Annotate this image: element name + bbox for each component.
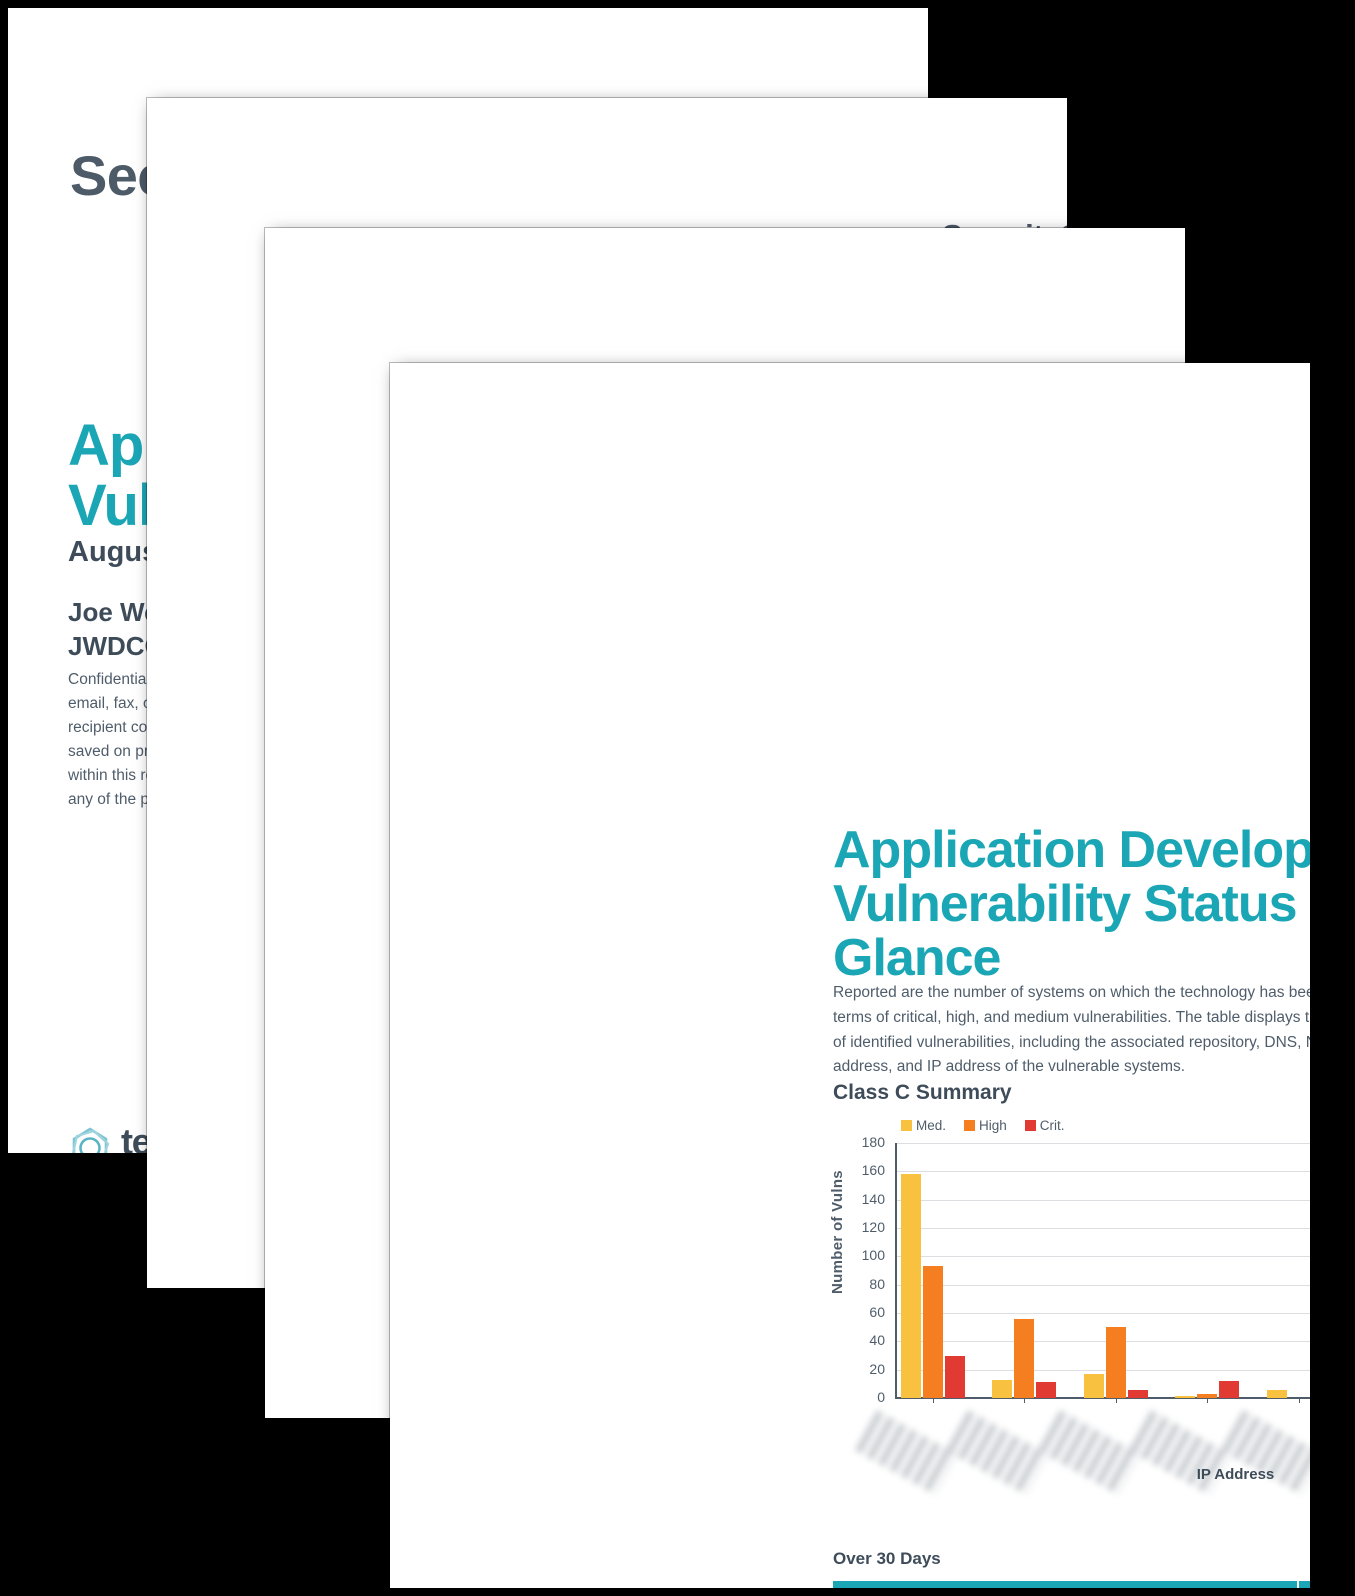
chart-ytick: 60 bbox=[869, 1304, 885, 1320]
chart-y-axis bbox=[895, 1143, 897, 1398]
chart-bar-med bbox=[1266, 1389, 1287, 1398]
legend-swatch-crit bbox=[1024, 1120, 1036, 1131]
chart-bar-med bbox=[1083, 1373, 1104, 1398]
chart-ytick: 180 bbox=[861, 1134, 885, 1150]
chart-bar-group bbox=[1083, 1143, 1148, 1398]
chart-bar-group bbox=[1175, 1143, 1240, 1398]
chart-ytick: 140 bbox=[861, 1190, 885, 1207]
table-head: Plugin Name Severity Total bbox=[833, 1581, 1310, 1588]
legend-swatch-high bbox=[964, 1120, 976, 1131]
chart-bar-high bbox=[923, 1266, 943, 1398]
chart-xtick-mark bbox=[1298, 1398, 1300, 1403]
column-header-plugin-name[interactable]: Plugin Name bbox=[833, 1581, 1299, 1588]
column-header-severity[interactable]: Severity bbox=[1297, 1581, 1310, 1588]
chart-xtick-mark bbox=[933, 1398, 934, 1403]
chart-ytick: 80 bbox=[869, 1275, 885, 1292]
legend-label-crit: Crit. bbox=[1039, 1118, 1065, 1133]
glance-intro-paragraph: Reported are the number of systems on wh… bbox=[833, 984, 1310, 1076]
legend-swatch-med bbox=[901, 1120, 912, 1131]
chart-bar-med bbox=[901, 1174, 921, 1398]
chart-ytick: 40 bbox=[869, 1332, 885, 1349]
class-c-summary-heading: Class C Summary bbox=[833, 1081, 1012, 1104]
class-c-summary-chart: Med. High Crit. Number of Vulns 180 160 140 1… bbox=[829, 1118, 1311, 1495]
glance-title-line2: Vulnerability Status at a Glance bbox=[833, 875, 1310, 988]
chart-xtick-mark bbox=[1207, 1398, 1209, 1403]
over-30-days-heading: Over 30 Days bbox=[833, 1549, 941, 1568]
chart-ytick: 0 bbox=[877, 1389, 885, 1405]
chart-bar-crit bbox=[945, 1355, 965, 1398]
chart-x-axis-label: IP Address bbox=[1196, 1466, 1275, 1483]
chart-bar-group bbox=[1266, 1143, 1311, 1398]
table-header-row: Plugin Name Severity Total bbox=[833, 1581, 1310, 1588]
chart-bar-crit bbox=[1127, 1389, 1148, 1398]
chart-bar-high bbox=[1014, 1318, 1035, 1398]
chart-xtick-mark bbox=[1115, 1398, 1117, 1403]
legend-label-high: High bbox=[979, 1118, 1007, 1133]
chart-bar-group bbox=[901, 1143, 965, 1398]
legend-label-med: Med. bbox=[916, 1118, 947, 1133]
report-page-glance[interactable]: SecurityCenter™ Application Development … bbox=[390, 363, 1310, 1588]
chart-ytick: 20 bbox=[869, 1360, 885, 1377]
chart-bar-med bbox=[1175, 1396, 1196, 1398]
chart-ytick: 160 bbox=[861, 1162, 885, 1179]
glance-page-title: Application Development Vulnerability St… bbox=[833, 823, 1310, 985]
chart-bar-med bbox=[992, 1379, 1013, 1398]
chart-bar-group bbox=[992, 1143, 1057, 1398]
chart-ytick: 100 bbox=[861, 1247, 885, 1264]
vulnerability-table: Plugin Name Severity Total Oracle Java S… bbox=[833, 1581, 1310, 1588]
chart-xtick-mark bbox=[1024, 1398, 1026, 1403]
screenshot-stage: Sec App Vuln August 2 Joe Wei JWDCO Conf… bbox=[0, 0, 1355, 1596]
chart-legend: Med. High Crit. bbox=[901, 1118, 1065, 1133]
glance-title-line1: Application Development bbox=[833, 821, 1310, 879]
chart-bar-high bbox=[1105, 1327, 1126, 1398]
chart-bar-crit bbox=[1036, 1382, 1057, 1398]
chart-ytick: 120 bbox=[861, 1219, 885, 1235]
chart-bar-crit bbox=[1219, 1381, 1240, 1398]
tenable-mark-icon bbox=[68, 1126, 112, 1153]
